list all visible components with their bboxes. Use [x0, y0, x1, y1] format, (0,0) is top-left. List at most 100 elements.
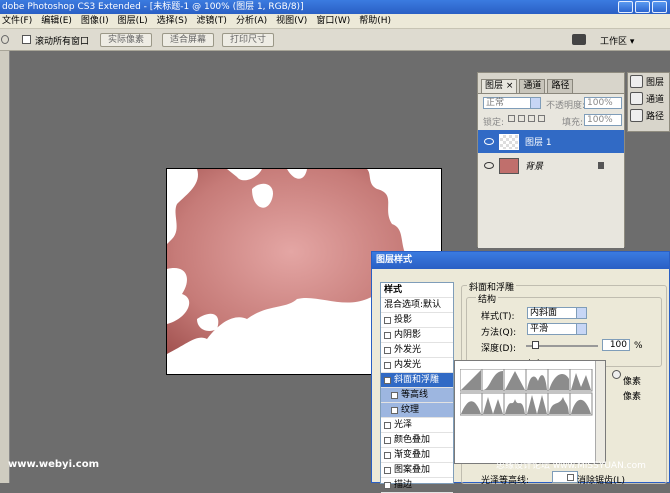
menu-select[interactable]: 选择(S)	[157, 14, 188, 28]
scroll-all-label: 滚动所有窗口	[35, 37, 90, 47]
style-item-inner-shadow[interactable]: 内阴影	[381, 328, 453, 343]
style-item-pattern-overlay[interactable]: 图案叠加	[381, 463, 453, 478]
style-item-stroke[interactable]: 描边	[381, 478, 453, 493]
opacity-label: 不透明度:	[546, 101, 586, 111]
style-checkbox[interactable]	[384, 376, 391, 384]
style-checkbox[interactable]	[391, 391, 398, 399]
menu-file[interactable]: 文件(F)	[2, 14, 32, 28]
structure-title: 结构	[476, 292, 499, 305]
style-checkbox[interactable]	[384, 466, 391, 474]
layers-panel-body: 正常 不透明度: 100% 锁定: 填充: 100% 图层 1 背景	[478, 93, 624, 248]
layer-row[interactable]: 背景	[478, 154, 624, 177]
workspace-menu[interactable]: 工作区 ▾	[600, 34, 634, 47]
dock-item-channels[interactable]: 通道	[628, 90, 669, 107]
style-item-contour[interactable]: 等高线	[381, 388, 453, 403]
styles-header[interactable]: 样式	[381, 283, 453, 298]
style-checkbox[interactable]	[384, 316, 391, 324]
dock-item-layers[interactable]: 图层	[628, 73, 669, 90]
gloss-contour-picker[interactable]	[552, 471, 578, 483]
style-item-outer-glow[interactable]: 外发光	[381, 343, 453, 358]
bridge-icon[interactable]	[572, 34, 586, 45]
style-item-gradient-overlay[interactable]: 渐变叠加	[381, 448, 453, 463]
chevron-down-icon	[576, 308, 586, 318]
style-item-label: 投影	[394, 314, 413, 325]
tab-channels[interactable]: 通道	[519, 79, 546, 93]
eye-icon[interactable]	[484, 162, 494, 169]
style-checkbox[interactable]	[384, 421, 391, 429]
style-item-inner-glow[interactable]: 内发光	[381, 358, 453, 373]
style-checkbox[interactable]	[384, 361, 391, 369]
pixels-unit-2: 像素	[623, 392, 642, 402]
style-item-bevel-emboss[interactable]: 斜面和浮雕	[381, 373, 453, 388]
anti-alias-checkbox[interactable]	[567, 474, 574, 481]
layer-thumbnail	[499, 133, 519, 150]
toolbox[interactable]	[0, 51, 10, 483]
eye-icon[interactable]	[484, 138, 494, 145]
watermark-right: 思缘设计论坛 www.MISSYUAN.com	[496, 461, 646, 471]
style-label: 样式(T):	[481, 312, 515, 322]
depth-field[interactable]: 100	[602, 339, 630, 351]
close-icon[interactable]	[652, 1, 667, 13]
style-item-blending[interactable]: 混合选项:默认	[381, 298, 453, 313]
style-item-label: 图案叠加	[394, 464, 431, 475]
lock-pixels-icon[interactable]	[518, 115, 525, 122]
opacity-field[interactable]: 100%	[584, 97, 622, 109]
title-bar: dobe Photoshop CS3 Extended - [未标题-1 @ 1…	[0, 0, 670, 14]
contour-picker-popup	[454, 360, 606, 464]
layer-name[interactable]: 背景	[525, 159, 543, 172]
style-item-texture[interactable]: 纹理	[381, 403, 453, 418]
tab-layers-label: 图层	[485, 81, 504, 91]
zoom-tool-icon[interactable]	[1, 35, 9, 44]
contour-scrollbar[interactable]	[595, 361, 605, 463]
method-label: 方法(Q):	[481, 328, 517, 338]
menu-view[interactable]: 视图(V)	[276, 14, 307, 28]
lock-position-icon[interactable]	[528, 115, 535, 122]
scroll-all-checkbox[interactable]	[22, 35, 31, 44]
style-item-label: 纹理	[401, 404, 420, 415]
print-size-button[interactable]: 打印尺寸	[222, 33, 274, 47]
style-item-label: 内发光	[394, 359, 422, 370]
actual-pixels-button[interactable]: 实际像素	[100, 33, 152, 47]
style-checkbox[interactable]	[391, 406, 398, 414]
style-checkbox[interactable]	[384, 451, 391, 459]
style-item-drop-shadow[interactable]: 投影	[381, 313, 453, 328]
fit-screen-button[interactable]: 适合屏幕	[162, 33, 214, 47]
menu-filter[interactable]: 滤镜(T)	[196, 14, 227, 28]
menu-layer[interactable]: 图层(L)	[118, 14, 148, 28]
restore-icon[interactable]	[635, 1, 650, 13]
minimize-icon[interactable]	[618, 1, 633, 13]
menu-edit[interactable]: 编辑(E)	[41, 14, 72, 28]
style-item-satin[interactable]: 光泽	[381, 418, 453, 433]
style-item-color-overlay[interactable]: 颜色叠加	[381, 433, 453, 448]
style-checkbox[interactable]	[384, 346, 391, 354]
paths-icon	[630, 109, 643, 122]
bevel-style-select[interactable]: 内斜面	[527, 307, 587, 319]
technique-select[interactable]: 平滑	[527, 323, 587, 335]
menu-window[interactable]: 窗口(W)	[316, 14, 350, 28]
fill-field[interactable]: 100%	[584, 114, 622, 126]
pixels-unit-1: 像素	[623, 377, 642, 387]
channels-icon	[630, 92, 643, 105]
tab-layers[interactable]: 图层 ×	[481, 79, 518, 93]
lock-label: 锁定:	[483, 118, 505, 128]
layer-row[interactable]: 图层 1	[478, 130, 624, 153]
style-checkbox[interactable]	[384, 436, 391, 444]
lock-icons	[508, 115, 545, 122]
lock-all-icon[interactable]	[538, 115, 545, 122]
depth-label: 深度(D):	[481, 344, 516, 354]
menu-help[interactable]: 帮助(H)	[359, 14, 391, 28]
menu-analysis[interactable]: 分析(A)	[236, 14, 267, 28]
blend-mode-select[interactable]: 正常	[483, 97, 541, 109]
menu-image[interactable]: 图像(I)	[81, 14, 109, 28]
menu-bar: 文件(F) 编辑(E) 图像(I) 图层(L) 选择(S) 滤镜(T) 分析(A…	[0, 14, 670, 29]
style-item-label: 光泽	[394, 419, 413, 430]
dock-item-paths[interactable]: 路径	[628, 107, 669, 124]
contour-menu-icon[interactable]	[612, 370, 621, 379]
tab-paths[interactable]: 路径	[547, 79, 574, 93]
style-list: 样式 混合选项:默认 投影 内阴影 外发光 内发光 斜面和浮雕 等高线 纹理 光…	[380, 282, 454, 493]
layer-name[interactable]: 图层 1	[525, 135, 552, 148]
lock-transparency-icon[interactable]	[508, 115, 515, 122]
depth-slider-handle[interactable]	[532, 341, 539, 349]
style-item-label: 外发光	[394, 344, 422, 355]
style-checkbox[interactable]	[384, 331, 391, 339]
